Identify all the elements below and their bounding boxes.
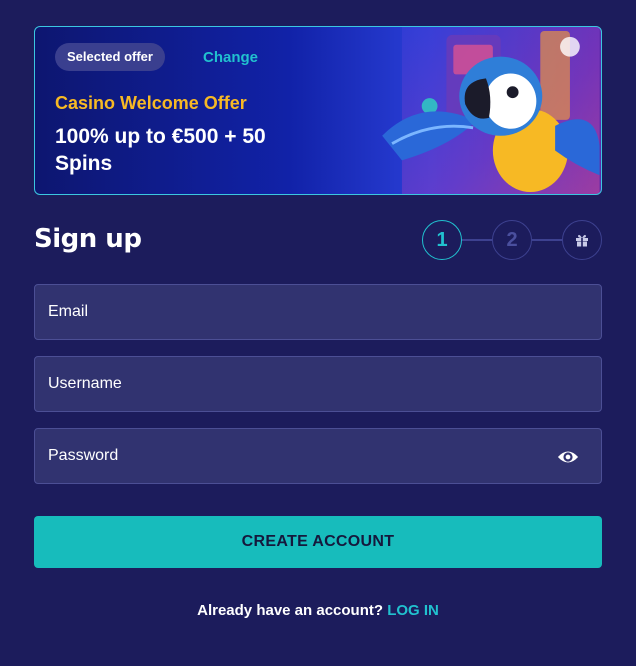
login-prompt: Already have an account? LOG IN [0,602,636,619]
step-1: 1 [422,220,462,260]
step-connector [462,239,492,241]
username-placeholder: Username [48,375,122,392]
offer-card: Selected offer Change Casino Welcome Off… [34,26,602,195]
change-offer-link[interactable]: Change [203,49,258,66]
offer-description: 100% up to €500 + 50 Spins [55,125,266,175]
offer-title: Casino Welcome Offer [55,93,247,113]
step-3-bonus [562,220,602,260]
step-connector [532,239,562,241]
selected-offer-badge: Selected offer [55,43,165,71]
page-title: Sign up [34,224,142,254]
login-prompt-text: Already have an account? [197,602,384,619]
password-field[interactable]: Password [34,428,602,484]
username-field[interactable]: Username [34,356,602,412]
create-account-button[interactable]: CREATE ACCOUNT [34,516,602,568]
step-2: 2 [492,220,532,260]
email-placeholder: Email [48,303,89,320]
login-link[interactable]: LOG IN [387,602,439,619]
eye-icon[interactable] [557,447,579,467]
password-placeholder: Password [48,447,119,464]
parrot-promo-image [382,27,600,194]
email-field[interactable]: Email [34,284,602,340]
step-indicator: 1 2 [422,220,602,260]
gift-icon [576,234,588,247]
